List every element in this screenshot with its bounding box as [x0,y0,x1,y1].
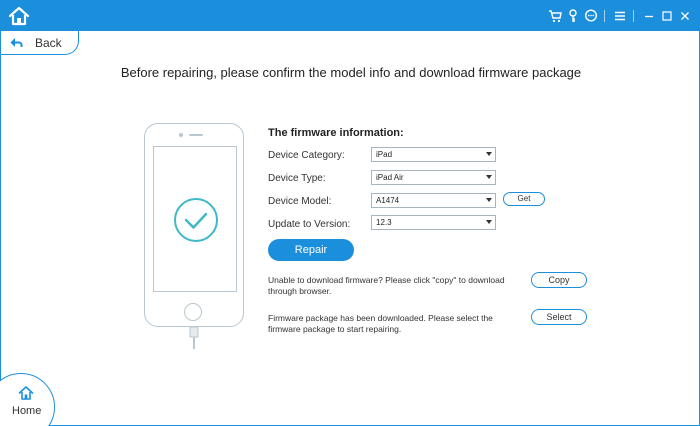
key-icon[interactable] [564,7,581,25]
back-button[interactable]: Back [1,31,79,55]
chevron-down-icon [486,220,492,224]
device-model-select[interactable]: A1474 [371,193,496,208]
toolbar-separator [604,10,605,22]
chevron-down-icon [486,152,492,156]
select-note: Firmware package has been downloaded. Pl… [268,313,493,334]
phone-home-button [184,303,202,321]
device-type-label: Device Type: [268,173,326,184]
copy-button[interactable]: Copy [531,272,587,288]
phone-screen [153,146,237,292]
firmware-section-title: The firmware information: [268,127,404,139]
cart-icon[interactable] [546,7,563,25]
back-arrow-icon [10,38,23,47]
close-icon[interactable] [676,7,693,25]
phone-speaker [189,134,203,136]
checkmark-icon [174,198,218,242]
device-category-value: iPad [376,150,393,159]
back-label: Back [35,36,62,50]
repair-button[interactable]: Repair [268,239,354,261]
device-model-value: A1474 [376,196,400,205]
home-icon[interactable] [7,5,31,27]
update-version-label: Update to Version: [268,219,351,230]
page-title: Before repairing, please confirm the mod… [120,65,582,80]
maximize-icon[interactable] [658,7,675,25]
home-label[interactable]: Home [12,405,41,417]
device-model-label: Device Model: [268,196,332,207]
device-category-select[interactable]: iPad [371,147,496,162]
window-controls [545,7,693,25]
phone-camera [179,133,183,137]
app-window: Back Before repairing, please confirm th… [0,0,700,426]
update-version-select[interactable]: 12.3 [371,215,496,230]
home-icon [18,386,34,400]
chevron-down-icon [486,175,492,179]
cable-icon [189,327,199,349]
select-button[interactable]: Select [531,309,587,325]
minimize-icon[interactable] [640,7,657,25]
phone-illustration [144,123,244,327]
update-version-value: 12.3 [376,218,392,227]
device-type-value: iPad Air [376,173,404,182]
menu-icon[interactable] [611,7,628,25]
title-bar [1,1,700,31]
copy-note: Unable to download firmware? Please clic… [268,275,505,296]
device-category-label: Device Category: [268,150,345,161]
toolbar-separator [633,10,634,22]
chat-icon[interactable] [582,7,599,25]
chevron-down-icon [486,198,492,202]
get-button[interactable]: Get [503,192,545,206]
device-type-select[interactable]: iPad Air [371,170,496,185]
